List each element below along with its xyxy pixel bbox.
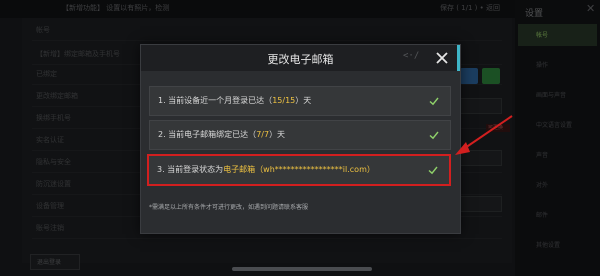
condition-suffix: （wh*****************il.com） bbox=[255, 165, 375, 174]
condition-value: 电子邮箱 bbox=[223, 165, 256, 174]
home-indicator[interactable] bbox=[232, 267, 372, 271]
condition-text: 1. 当前设备近一个月登录已达（ bbox=[158, 96, 273, 105]
condition-value: 7/7 bbox=[256, 130, 270, 139]
condition-suffix: ）天 bbox=[295, 96, 312, 105]
condition-item: 1. 当前设备近一个月登录已达（15/15）天 bbox=[149, 86, 451, 116]
condition-item-highlighted: 3. 当前登录状态为电子邮箱（wh*****************il.com… bbox=[147, 154, 451, 186]
close-icon[interactable] bbox=[434, 50, 450, 66]
check-icon bbox=[429, 97, 439, 106]
condition-text: 2. 当前电子邮箱绑定已达（ bbox=[158, 130, 257, 139]
dialog-header: 更改电子邮箱 <·/ bbox=[141, 45, 460, 71]
condition-suffix: ）天 bbox=[269, 130, 286, 139]
condition-item: 2. 当前电子邮箱绑定已达（7/7）天 bbox=[149, 120, 451, 150]
decoration-icon: <·/ bbox=[403, 51, 420, 61]
header-accent bbox=[457, 45, 460, 71]
condition-value: 15/15 bbox=[272, 96, 296, 105]
dialog-note: *需满足以上所有条件才可进行更改，如遇到问题请联系客服 bbox=[149, 204, 309, 211]
change-email-dialog: 更改电子邮箱 <·/ 1. 当前设备近一个月登录已达（15/15）天 2. 当前… bbox=[140, 44, 461, 234]
check-icon bbox=[428, 166, 438, 175]
condition-text: 3. 当前登录状态为 bbox=[157, 165, 224, 174]
check-icon bbox=[429, 131, 439, 140]
